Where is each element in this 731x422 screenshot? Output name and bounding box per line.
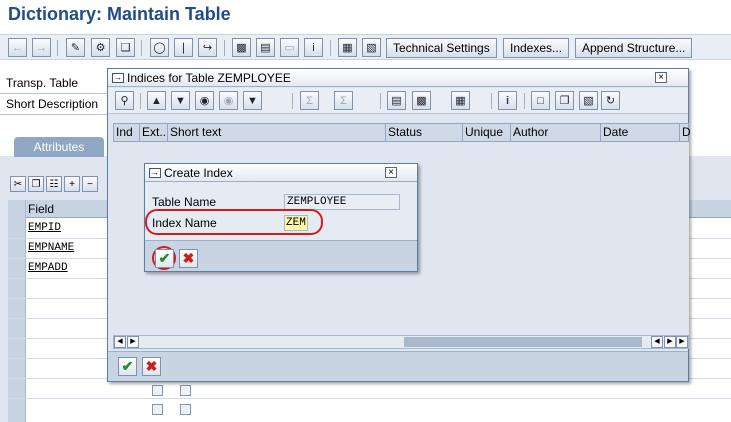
indices-grid-header: Ind Ext... Short text Status Unique Auth… <box>113 123 690 142</box>
page-title: Dictionary: Maintain Table <box>8 4 231 24</box>
col-date[interactable]: Date <box>601 124 680 141</box>
divider <box>0 93 110 94</box>
cut-icon[interactable]: ✂ <box>10 176 26 192</box>
filter-icon[interactable]: ▼ <box>243 91 262 110</box>
indices-dialog-footer: ✔ ✖ <box>108 351 688 381</box>
scroll-right-icon[interactable]: ▶ <box>127 336 139 348</box>
col-unique[interactable]: Unique <box>463 124 511 141</box>
scroll-end-icon[interactable]: ▶ <box>676 336 688 348</box>
close-icon[interactable]: × <box>385 167 397 178</box>
main-toolbar: ← → ✎ ⚙ ❑ ◯ ❘ ↪ ▩ ▤ ▭ i ▦ ▧ Technical Se… <box>0 34 731 60</box>
scroll-right-icon[interactable]: ▶ <box>664 336 676 348</box>
sort-descending-icon[interactable]: ▼ <box>171 91 190 110</box>
confirm-checkmark-icon[interactable]: ✔ <box>118 357 137 376</box>
create-index-dialog: → Create Index × Table Name ZEMPLOYEE In… <box>144 163 418 272</box>
forward-arrow-icon[interactable]: → <box>32 38 51 57</box>
indices-dialog-titlebar: → Indices for Table ZEMPLOYEE × <box>108 69 688 87</box>
toolbar-divider <box>57 40 58 56</box>
row-divider <box>8 398 731 399</box>
table-contents-icon[interactable]: ▧ <box>362 38 381 57</box>
technical-settings-button[interactable]: Technical Settings <box>386 38 497 58</box>
cancel-x-icon[interactable]: ✖ <box>179 249 198 268</box>
hierarchy-icon[interactable]: ▩ <box>232 38 251 57</box>
info-icon[interactable]: i <box>304 38 323 57</box>
scroll-thumb[interactable] <box>404 337 642 347</box>
col-author[interactable]: Author <box>511 124 601 141</box>
print-preview-icon[interactable]: ▤ <box>387 91 406 110</box>
field-empadd[interactable]: EMPADD <box>28 262 68 274</box>
confirm-checkmark-icon[interactable]: ✔ <box>155 249 174 268</box>
delete-icon[interactable]: ▧ <box>579 91 598 110</box>
divider <box>0 114 110 115</box>
activate-icon[interactable]: ❘ <box>174 38 193 57</box>
print-icon[interactable]: ▤ <box>256 38 275 57</box>
sort-ascending-icon[interactable]: ▲ <box>147 91 166 110</box>
field-empname[interactable]: EMPNAME <box>28 242 74 254</box>
create-icon[interactable]: □ <box>531 91 550 110</box>
other-object-icon[interactable]: ❑ <box>116 38 135 57</box>
toolbar-divider <box>292 93 293 109</box>
close-icon[interactable]: × <box>655 72 667 83</box>
where-used-icon[interactable]: ↪ <box>198 38 217 57</box>
tab-attributes[interactable]: Attributes <box>14 137 104 157</box>
sum-icon[interactable]: Σ <box>300 91 319 110</box>
export-icon[interactable]: ▩ <box>412 91 431 110</box>
row-selector-column[interactable] <box>8 200 26 422</box>
copy-icon[interactable]: ❐ <box>28 176 44 192</box>
toolbar-divider <box>140 93 141 109</box>
details-icon[interactable]: ⚲ <box>115 91 134 110</box>
toolbar-divider <box>224 40 225 56</box>
initial-checkbox[interactable] <box>180 385 191 396</box>
initial-checkbox[interactable] <box>180 404 191 415</box>
col-ext[interactable]: Ext... <box>140 124 168 141</box>
col-status[interactable]: Status <box>386 124 463 141</box>
edit-pencil-icon[interactable]: ✎ <box>66 38 85 57</box>
append-structure-button[interactable]: Append Structure... <box>575 38 693 58</box>
indexes-button[interactable]: Indexes... <box>503 38 570 58</box>
toolbar-divider <box>524 93 525 109</box>
paste-icon[interactable]: ☷ <box>46 176 62 192</box>
display-change-icon[interactable]: ⚙ <box>91 38 110 57</box>
field-empid[interactable]: EMPID <box>28 222 61 234</box>
highlight-annotation <box>145 209 323 235</box>
structure-icon[interactable]: ▦ <box>338 38 357 57</box>
back-arrow-icon[interactable]: ← <box>8 38 27 57</box>
table-name-label: Table Name <box>152 195 217 209</box>
col-d[interactable]: D <box>680 124 690 141</box>
cancel-x-icon[interactable]: ✖ <box>142 357 161 376</box>
key-checkbox[interactable] <box>152 404 163 415</box>
delete-row-icon[interactable]: − <box>82 176 98 192</box>
scroll-left-icon[interactable]: ◀ <box>114 336 126 348</box>
toolbar-divider <box>380 93 381 109</box>
short-description-label: Short Description <box>6 97 99 111</box>
find-next-icon[interactable]: ◉ <box>219 91 238 110</box>
info-icon[interactable]: i <box>498 91 517 110</box>
copy-icon[interactable]: ❐ <box>555 91 574 110</box>
indices-toolbar: ⚲ ▲ ▼ ◉ ◉ ▼ Σ Σ ▤ ▩ ▦ i □ ❐ ▧ ↻ <box>108 88 688 114</box>
scroll-left-icon[interactable]: ◀ <box>651 336 663 348</box>
indices-dialog-title: Indices for Table ZEMPLOYEE <box>127 70 291 85</box>
toolbar-divider <box>330 40 331 56</box>
toolbar-divider <box>491 93 492 109</box>
create-index-titlebar: → Create Index × <box>145 164 417 182</box>
refresh-icon[interactable]: ↻ <box>601 91 620 110</box>
window-icon: → <box>149 167 161 178</box>
insert-row-icon[interactable]: + <box>64 176 80 192</box>
window-icon: → <box>112 72 124 83</box>
find-icon[interactable]: ◉ <box>195 91 214 110</box>
toolbar-divider <box>141 40 142 56</box>
horizontal-scrollbar[interactable]: ◀ ▶ ◀ ▶ ▶ <box>113 335 689 349</box>
layout-icon[interactable]: ▦ <box>451 91 470 110</box>
check-icon[interactable]: ◯ <box>150 38 169 57</box>
transp-table-label: Transp. Table <box>6 76 79 90</box>
table-name-field: ZEMPLOYEE <box>284 194 400 210</box>
col-ind[interactable]: Ind <box>114 124 140 141</box>
create-index-footer: ✔ ✖ <box>145 240 417 271</box>
create-index-title: Create Index <box>164 165 233 180</box>
key-checkbox[interactable] <box>152 385 163 396</box>
disabled-icon[interactable]: ▭ <box>280 38 299 57</box>
subtotal-icon[interactable]: Σ <box>334 91 353 110</box>
col-short-text[interactable]: Short text <box>168 124 386 141</box>
